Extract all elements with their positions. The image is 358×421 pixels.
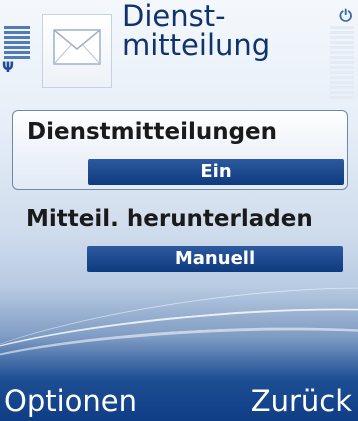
softkey-bar: Optionen Zurück bbox=[0, 381, 358, 421]
page-title: Dienst- mitteilung bbox=[122, 2, 322, 60]
setting-value-field[interactable]: Ein bbox=[88, 159, 344, 185]
setting-value-field[interactable]: Manuell bbox=[87, 246, 343, 272]
battery-icon: ⏻ bbox=[339, 6, 352, 25]
setting-item-service-messages[interactable]: Dienstmitteilungen Ein bbox=[12, 110, 348, 190]
page-title-line1: Dienst- bbox=[122, 0, 226, 33]
antenna-icon: Ψ bbox=[2, 60, 14, 76]
back-softkey[interactable]: Zurück bbox=[251, 381, 352, 421]
title-bar: Ψ Dienst- mitteilung ⏻ bbox=[0, 0, 358, 100]
signal-strength-icon bbox=[4, 26, 30, 60]
setting-item-message-download[interactable]: Mitteil. herunterladen Manuell bbox=[12, 198, 348, 278]
page-title-line2: mitteilung bbox=[122, 28, 271, 62]
setting-label: Mitteil. herunterladen bbox=[26, 206, 313, 232]
phone-screen: Ψ Dienst- mitteilung ⏻ Dienstmitteilunge… bbox=[0, 0, 358, 421]
battery-level-icon bbox=[330, 26, 354, 100]
setting-label: Dienstmitteilungen bbox=[27, 119, 278, 145]
options-softkey[interactable]: Optionen bbox=[4, 381, 137, 421]
envelope-icon bbox=[42, 14, 112, 88]
